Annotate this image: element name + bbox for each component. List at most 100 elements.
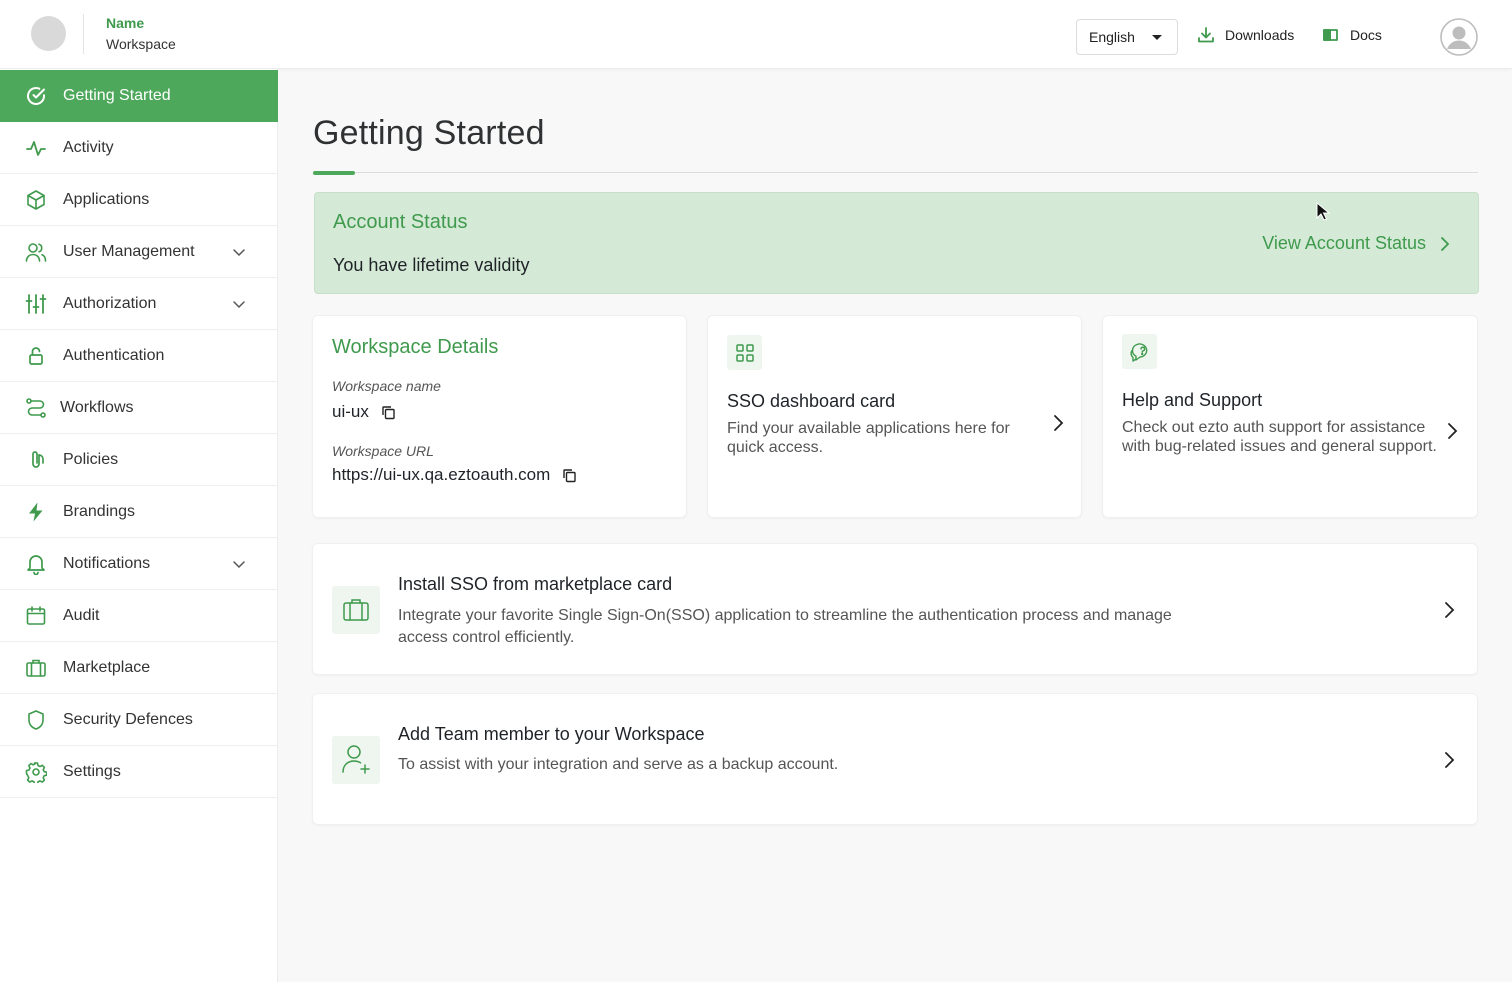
copy-icon[interactable] — [381, 405, 396, 420]
brand-name: Name — [106, 15, 145, 31]
account-status-text: You have lifetime validity — [333, 255, 530, 275]
sidebar-item-activity[interactable]: Activity — [0, 122, 278, 174]
briefcase-icon-box — [332, 586, 380, 634]
mouse-cursor-icon — [1316, 202, 1330, 221]
calendar-icon — [26, 606, 46, 625]
install-sso-card[interactable]: Install SSO from marketplace card Integr… — [312, 543, 1478, 675]
workspace-url-row: https://ui-ux.qa.eztoauth.com — [332, 465, 577, 485]
sidebar-item-label: Getting Started — [63, 87, 171, 104]
sidebar-item-getting-started[interactable]: Getting Started — [0, 70, 278, 122]
sidebar-item-label: Workflows — [60, 399, 134, 416]
cube-icon — [27, 190, 45, 210]
workspace-details-card: Workspace Details Workspace name ui-ux W… — [312, 315, 687, 518]
sidebar-item-marketplace[interactable]: Marketplace — [0, 642, 278, 694]
sidebar-item-applications[interactable]: Applications — [0, 174, 278, 226]
workspace-name-value: ui-ux — [332, 402, 369, 421]
chevron-down-icon[interactable] — [232, 299, 246, 309]
grid-icon-box — [727, 335, 762, 370]
gear-icon — [25, 762, 47, 783]
sidebar-item-label: Activity — [63, 139, 114, 156]
account-status-card: Account Status You have lifetime validit… — [314, 192, 1479, 294]
paperclip-icon — [32, 451, 44, 468]
view-account-status-label: View Account Status — [1262, 233, 1426, 253]
sidebar-item-user-management[interactable]: User Management — [0, 226, 278, 278]
chevron-down-icon[interactable] — [232, 247, 246, 257]
account-status-title: Account Status — [333, 211, 468, 233]
download-icon — [1198, 27, 1214, 43]
install-sso-desc: Integrate your favorite Single Sign-On(S… — [398, 607, 1172, 646]
chevron-right-icon — [1445, 752, 1455, 768]
activity-icon — [26, 141, 46, 156]
view-account-status-link[interactable]: View Account Status — [1262, 233, 1450, 254]
help-support-card[interactable]: Help and Support Check out ezto auth sup… — [1102, 315, 1478, 518]
sliders-icon — [25, 294, 47, 314]
brand-divider — [83, 14, 84, 54]
sidebar: Getting Started Activity Applications Us… — [0, 69, 278, 982]
chevron-right-icon — [1441, 236, 1450, 251]
help-support-title: Help and Support — [1122, 390, 1263, 410]
book-icon — [1323, 29, 1338, 41]
add-team-member-title: Add Team member to your Workspace — [398, 724, 705, 744]
check-circle-icon — [27, 87, 45, 105]
workspace-url-label: Workspace URL — [332, 443, 434, 459]
title-divider — [313, 172, 1478, 173]
add-team-member-card[interactable]: Add Team member to your Workspace To ass… — [312, 693, 1478, 825]
language-select[interactable]: English — [1076, 19, 1178, 55]
user-plus-icon — [342, 745, 370, 774]
install-sso-title: Install SSO from marketplace card — [398, 574, 673, 594]
downloads-link[interactable]: Downloads — [1197, 26, 1294, 44]
sidebar-item-label: User Management — [63, 243, 195, 260]
sso-dashboard-title: SSO dashboard card — [727, 391, 896, 411]
language-value: English — [1089, 29, 1135, 45]
page-title: Getting Started — [313, 114, 545, 152]
user-avatar-icon[interactable] — [1440, 18, 1478, 56]
route-icon — [26, 398, 46, 418]
sidebar-item-policies[interactable]: Policies — [0, 434, 278, 486]
add-team-member-desc: To assist with your integration and serv… — [398, 756, 839, 773]
sidebar-item-label: Applications — [63, 191, 150, 208]
chevron-down-icon[interactable] — [232, 559, 246, 569]
sidebar-item-label: Notifications — [63, 555, 151, 572]
briefcase-icon — [26, 659, 46, 677]
docs-link[interactable]: Docs — [1322, 26, 1382, 44]
caret-down-icon — [1152, 35, 1162, 40]
sso-dashboard-card[interactable]: SSO dashboard card Find your available a… — [707, 315, 1082, 518]
sidebar-item-notifications[interactable]: Notifications — [0, 538, 278, 590]
sidebar-item-authorization[interactable]: Authorization — [0, 278, 278, 330]
users-icon — [25, 243, 47, 262]
workspace-logo[interactable] — [31, 16, 66, 51]
briefcase-icon — [343, 599, 369, 621]
chevron-right-icon — [1448, 423, 1458, 439]
sidebar-item-security-defences[interactable]: Security Defences — [0, 694, 278, 746]
sidebar-item-label: Audit — [63, 607, 100, 624]
chat-icon-box — [1122, 334, 1157, 369]
sidebar-item-settings[interactable]: Settings — [0, 746, 278, 798]
sidebar-item-label: Authentication — [63, 347, 165, 364]
sidebar-item-label: Marketplace — [63, 659, 151, 676]
shield-icon — [28, 710, 44, 730]
sidebar-item-authentication[interactable]: Authentication — [0, 330, 278, 382]
chevron-right-icon — [1445, 602, 1455, 618]
user-plus-icon-box — [332, 736, 380, 784]
downloads-label: Downloads — [1225, 27, 1295, 43]
chevron-right-icon — [1054, 415, 1064, 431]
workspace-url-value: https://ui-ux.qa.eztoauth.com — [332, 465, 551, 484]
workspace-name-label: Workspace name — [332, 378, 441, 394]
sidebar-item-brandings[interactable]: Brandings — [0, 486, 278, 538]
workspace-name-row: ui-ux — [332, 402, 396, 422]
sidebar-item-label: Brandings — [63, 503, 136, 520]
help-chat-icon — [1129, 342, 1147, 362]
grid-icon — [735, 343, 754, 362]
sidebar-item-audit[interactable]: Audit — [0, 590, 278, 642]
bell-icon — [27, 555, 45, 575]
docs-label: Docs — [1350, 27, 1382, 43]
sidebar-item-label: Security Defences — [63, 711, 193, 728]
top-header: Name Workspace English Downloads Docs — [0, 0, 1512, 69]
bolt-icon — [29, 502, 43, 522]
sidebar-item-workflows[interactable]: Workflows — [0, 382, 278, 434]
help-support-desc: Check out ezto auth support for assistan… — [1122, 419, 1437, 455]
copy-icon[interactable] — [562, 468, 577, 483]
brand-workspace: Workspace — [106, 36, 176, 52]
sso-dashboard-desc: Find your available applications here fo… — [727, 420, 1010, 456]
sidebar-item-label: Settings — [63, 763, 121, 780]
